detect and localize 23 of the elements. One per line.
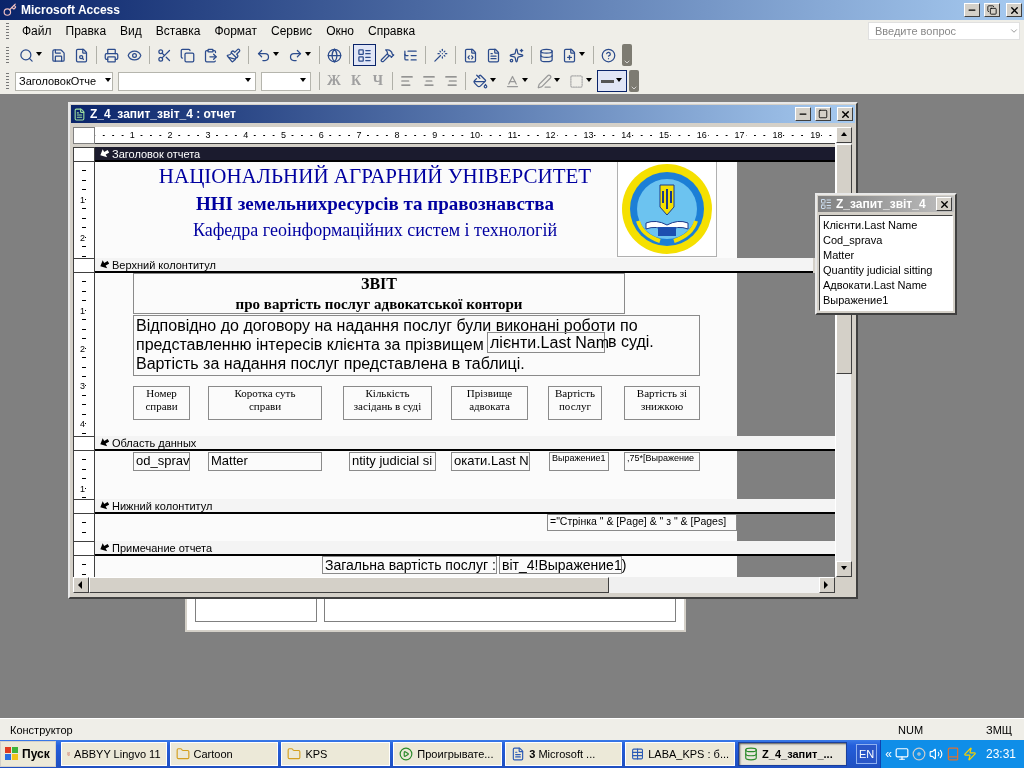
section-title: Заголовок отчета	[112, 147, 201, 160]
window-title: Microsoft Access	[21, 3, 121, 17]
section-title: Примечание отчета	[112, 541, 213, 554]
status-text: Конструктор	[10, 723, 74, 736]
report-subtitle: про вартість послуг адвокатської контори	[234, 295, 524, 314]
report-title: ЗВІТ	[360, 274, 398, 294]
ruler-number: 2	[80, 232, 85, 243]
section-title: Верхний колонтитул	[112, 258, 216, 271]
ruler-number: 1	[80, 483, 85, 494]
ruler-number: 4	[80, 419, 85, 430]
object-value: ЗаголовокОтче	[19, 75, 98, 87]
ruler-number: 3	[80, 381, 85, 392]
status-indicator: NUM	[898, 723, 925, 736]
ruler-number: 2	[80, 343, 85, 354]
ruler-number: 1	[80, 305, 85, 316]
section-title: Нижний колонтитул	[112, 499, 213, 512]
clock: 23:31	[986, 747, 1016, 761]
section-title: Область данных	[112, 436, 197, 449]
help-placeholder: Введите вопрос	[875, 25, 958, 37]
window-title: Z_4_запит_звіт_4 : отчет	[90, 107, 237, 121]
window-title: Z_запит_звіт_4	[836, 197, 927, 211]
status-indicator: ЗМЩ	[986, 723, 1014, 736]
ruler-number: 1	[80, 194, 85, 205]
